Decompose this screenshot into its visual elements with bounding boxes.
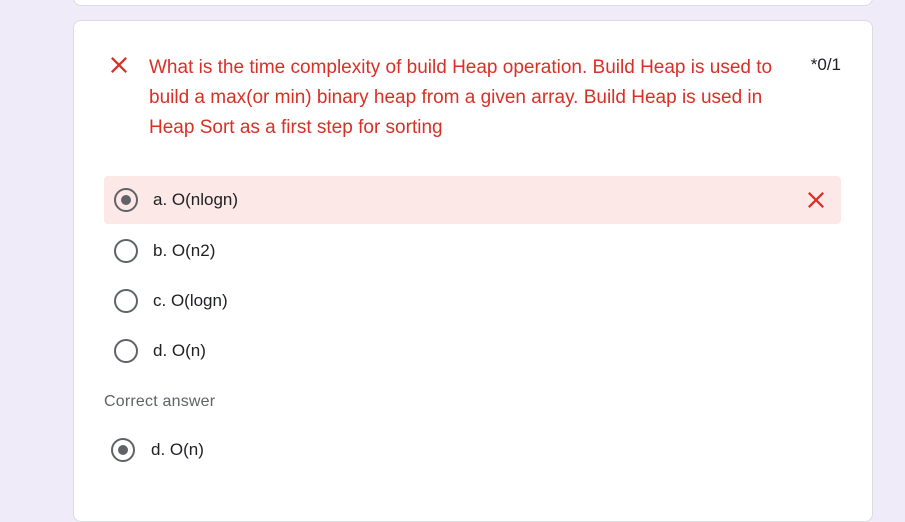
previous-question-card [73,0,873,6]
option-label: d. O(n) [153,341,206,360]
option-label: a. O(nlogn) [153,190,239,209]
question-title: What is the time complexity of build Hea… [149,57,773,138]
option-d-row[interactable]: d. O(n) [104,327,841,375]
correct-answer-label: d. O(n) [151,440,204,459]
points-badge: *0/1 [810,55,841,74]
close-icon [808,192,824,208]
radio-selected-icon [111,438,135,462]
option-label: b. O(n2) [153,241,216,260]
option-b-row[interactable]: b. O(n2) [104,227,841,275]
close-icon [111,57,127,73]
correct-answer-row: d. O(n) [104,426,841,474]
option-label: c. O(logn) [153,291,228,310]
radio-unselected-icon[interactable] [114,339,138,363]
radio-unselected-icon[interactable] [114,289,138,313]
option-a-row[interactable]: a. O(nlogn) [104,176,841,224]
option-c-row[interactable]: c. O(logn) [104,277,841,325]
radio-unselected-icon[interactable] [114,239,138,263]
radio-selected-icon[interactable] [114,188,138,212]
correct-answer-heading: Correct answer [104,393,216,410]
